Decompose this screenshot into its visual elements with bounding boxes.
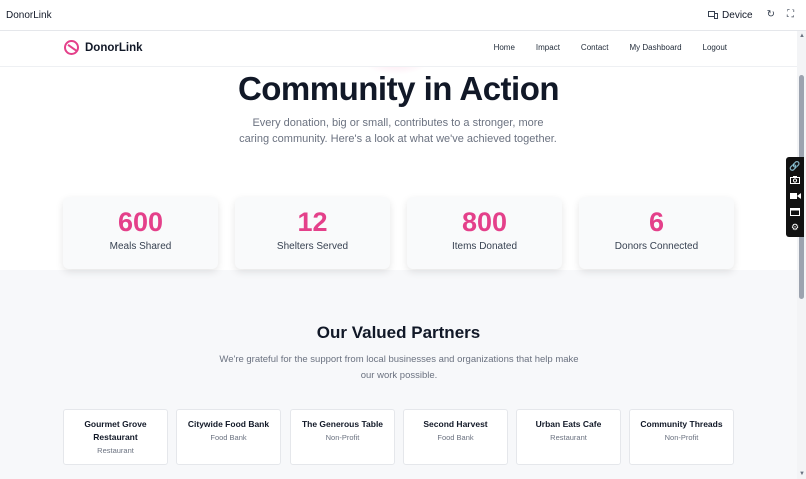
window-icon[interactable] (790, 207, 800, 218)
partner-name: Gourmet Grove Restaurant (84, 419, 147, 442)
brand[interactable]: DonorLink (64, 40, 143, 55)
nav-link-impact[interactable]: Impact (536, 43, 560, 52)
partner-name: Second Harvest (423, 419, 488, 429)
partner-type: Food Bank (210, 433, 247, 442)
partner-name: Citywide Food Bank (187, 419, 270, 429)
partner-type: Non-Profit (664, 433, 699, 442)
hero-subtitle: Every donation, big or small, contribute… (239, 117, 557, 145)
nav-link-logout[interactable]: Logout (703, 43, 727, 52)
partner-type: Restaurant (97, 446, 134, 455)
device-label: Device (722, 9, 753, 21)
stat-value: 800 (461, 207, 508, 237)
partner-card: Urban Eats Cafe Restaurant (516, 409, 621, 465)
stat-label: Items Donated (451, 241, 518, 252)
navbar: DonorLink Home Impact Contact My Dashboa… (0, 31, 797, 67)
partner-card: Second Harvest Food Bank (403, 409, 508, 465)
stat-card-items: 800 Items Donated (407, 197, 562, 269)
device-icon (708, 11, 719, 19)
top-bar: DonorLink Device ↻ ⛶ (0, 0, 806, 31)
page-scrollbar[interactable]: ▲ ▼ (797, 31, 806, 479)
donorlink-logo-icon (64, 40, 79, 55)
device-button[interactable]: Device (708, 10, 753, 21)
partner-type: Restaurant (550, 433, 587, 442)
pin-icon[interactable]: 🔗 (789, 161, 800, 171)
refresh-icon[interactable]: ↻ (767, 10, 775, 20)
hero-title: Community in Action (237, 70, 560, 107)
stat-label: Donors Connected (614, 241, 699, 252)
settings-icon[interactable]: ⚙ (791, 223, 799, 232)
stat-value: 6 (648, 207, 665, 237)
brand-name: DonorLink (85, 41, 143, 54)
partner-card: Citywide Food Bank Food Bank (176, 409, 281, 465)
partner-type: Non-Profit (325, 433, 360, 442)
stat-card-shelters: 12 Shelters Served (235, 197, 390, 269)
camera-icon[interactable] (790, 176, 800, 186)
partner-card: The Generous Table Non-Profit (290, 409, 395, 465)
partners-subtitle: We're grateful for the support from loca… (219, 354, 579, 381)
stat-card-meals: 600 Meals Shared (63, 197, 218, 269)
stat-value: 600 (117, 207, 164, 237)
nav-links: Home Impact Contact My Dashboard Logout (494, 43, 727, 52)
fullscreen-icon[interactable]: ⛶ (787, 10, 794, 20)
nav-link-contact[interactable]: Contact (581, 43, 609, 52)
app-title: DonorLink (6, 9, 52, 21)
page-viewport: DonorLink Home Impact Contact My Dashboa… (0, 31, 797, 479)
nav-link-home[interactable]: Home (494, 43, 515, 52)
partner-name: Community Threads (640, 419, 723, 429)
stat-label: Shelters Served (276, 241, 349, 252)
partner-name: The Generous Table (301, 419, 384, 429)
nav-link-my-dashboard[interactable]: My Dashboard (630, 43, 682, 52)
floating-toolbar: 🔗 ⚙ (786, 157, 804, 237)
scroll-up-icon[interactable]: ▲ (799, 33, 805, 39)
video-icon[interactable] (789, 192, 801, 202)
partner-type: Food Bank (437, 433, 474, 442)
partner-card: Gourmet Grove Restaurant Restaurant (63, 409, 168, 465)
stat-card-donors: 6 Donors Connected (579, 197, 734, 269)
partner-name: Urban Eats Cafe (535, 419, 602, 429)
scroll-down-icon[interactable]: ▼ (799, 471, 805, 477)
partners-title: Our Valued Partners (316, 323, 481, 342)
partner-card: Community Threads Non-Profit (629, 409, 734, 465)
stat-value: 12 (297, 207, 328, 237)
stat-label: Meals Shared (109, 241, 172, 252)
